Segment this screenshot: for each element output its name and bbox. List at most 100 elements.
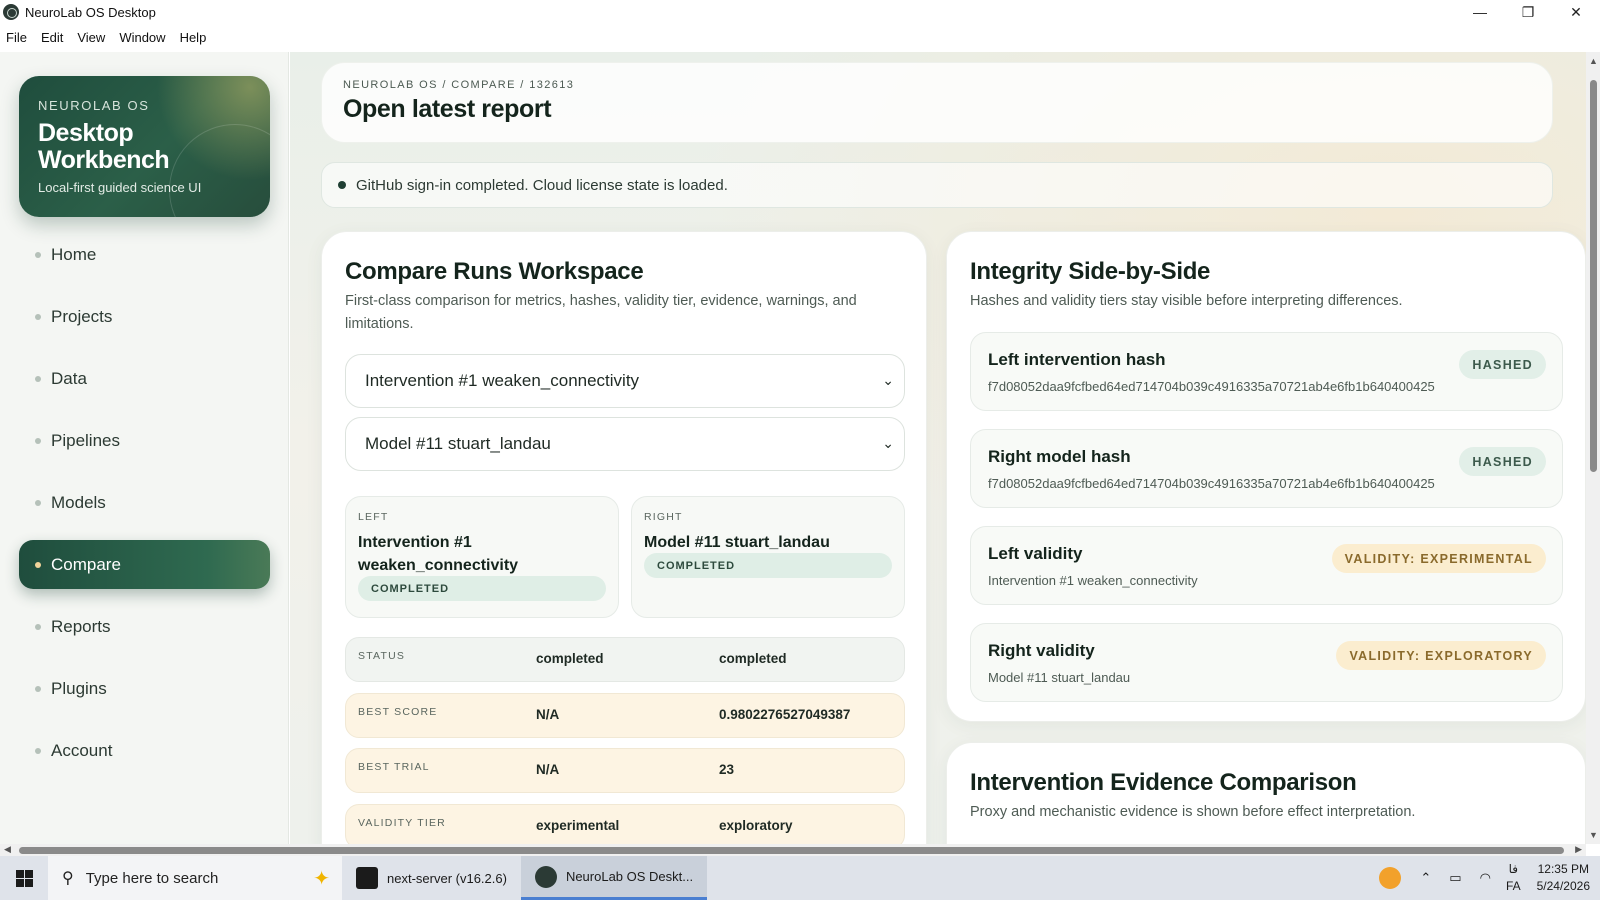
bullet-icon xyxy=(35,685,41,692)
right-run-select[interactable]: Model #11 stuart_landau ⌄ xyxy=(345,417,905,471)
language-bottom: FA xyxy=(1505,879,1521,893)
integrity-card-title: Left intervention hash xyxy=(988,350,1166,369)
taskbar-app-neurolab[interactable]: NeuroLab OS Deskt... xyxy=(520,856,708,900)
status-banner: GitHub sign-in completed. Cloud license … xyxy=(321,162,1553,208)
battery-icon[interactable]: ▭ xyxy=(1449,870,1461,886)
sidebar-item-reports[interactable]: Reports xyxy=(19,602,270,651)
hashed-badge: HASHED xyxy=(1459,350,1546,379)
maximize-button[interactable]: ❐ xyxy=(1504,0,1552,24)
status-message: GitHub sign-in completed. Cloud license … xyxy=(356,176,728,194)
taskbar-app-label: next-server (v16.2.6) xyxy=(387,870,507,886)
integrity-card-detail: Model #11 stuart_landau xyxy=(988,670,1131,685)
bullet-icon xyxy=(35,251,41,258)
taskbar-app-terminal[interactable]: next-server (v16.2.6) xyxy=(342,856,521,900)
vertical-scrollbar[interactable]: ▲ ▼ xyxy=(1586,52,1600,844)
breadcrumb: NEUROLAB OS / COMPARE / 132613 xyxy=(343,79,575,91)
wifi-icon[interactable]: ◠ xyxy=(1480,870,1491,886)
row-label: BEST SCORE xyxy=(358,706,438,718)
menu-help[interactable]: Help xyxy=(180,30,207,45)
page-title: Open latest report xyxy=(343,95,552,123)
taskbar: ⚲ Type here to search ✦ next-server (v16… xyxy=(0,856,1600,900)
chevron-up-icon[interactable]: ⌃ xyxy=(1420,870,1431,886)
validity-badge: VALIDITY: EXPLORATORY xyxy=(1336,641,1546,670)
sidebar-item-label: Reports xyxy=(51,616,111,636)
clock[interactable]: 12:35 PM 5/24/2026 xyxy=(1537,861,1590,895)
comparison-row-best-score: BEST SCORE N/A 0.9802276527049387 xyxy=(345,693,905,738)
sidebar-item-compare[interactable]: Compare xyxy=(19,540,270,589)
sidebar-item-label: Compare xyxy=(51,554,121,574)
row-right-value: exploratory xyxy=(719,818,793,833)
integrity-card-left-validity: Left validity Intervention #1 weaken_con… xyxy=(970,526,1563,605)
bullet-icon xyxy=(35,437,41,444)
sidebar-item-account[interactable]: Account xyxy=(19,726,270,775)
start-button[interactable] xyxy=(0,856,48,900)
bullet-icon xyxy=(35,561,41,568)
integrity-description: Hashes and validity tiers stay visible b… xyxy=(970,293,1403,309)
sidebar-item-data[interactable]: Data xyxy=(19,354,270,403)
row-left-value: experimental xyxy=(536,818,620,833)
terminal-icon xyxy=(356,867,378,889)
menu-edit[interactable]: Edit xyxy=(41,30,63,45)
system-tray: ⌃ ▭ ◠ فا FA 12:35 PM 5/24/2026 xyxy=(1369,856,1600,900)
horizontal-scrollbar[interactable]: ◀ ▶ xyxy=(0,844,1586,856)
scroll-right-icon[interactable]: ▶ xyxy=(1575,844,1582,855)
comparison-row-validity-tier: VALIDITY TIER experimental exploratory xyxy=(345,804,905,844)
vertical-scroll-thumb[interactable] xyxy=(1590,80,1597,472)
horizontal-scroll-thumb[interactable] xyxy=(19,847,1564,854)
sidebar-item-label: Account xyxy=(51,740,113,760)
brand-subtitle: Local-first guided science UI xyxy=(38,180,202,195)
bullet-icon xyxy=(35,623,41,630)
main-content: NEUROLAB OS / COMPARE / 132613 Open late… xyxy=(290,52,1586,844)
close-button[interactable]: ✕ xyxy=(1552,0,1600,24)
sidebar-item-models[interactable]: Models xyxy=(19,478,270,527)
row-left-value: completed xyxy=(536,651,604,666)
weather-icon[interactable] xyxy=(1379,867,1402,889)
window-controls: — ❐ ✕ xyxy=(1456,0,1600,24)
integrity-card-detail: Intervention #1 weaken_connectivity xyxy=(988,573,1198,588)
right-card-kicker: RIGHT xyxy=(644,511,683,523)
left-run-select[interactable]: Intervention #1 weaken_connectivity ⌄ xyxy=(345,354,905,408)
row-right-value: 23 xyxy=(719,762,735,777)
integrity-card-title: Left validity xyxy=(988,544,1083,563)
validity-badge: VALIDITY: EXPERIMENTAL xyxy=(1331,544,1546,573)
language-indicator[interactable]: فا FA xyxy=(1506,861,1521,895)
integrity-card-title: Right model hash xyxy=(988,447,1131,466)
right-run-select-value: Model #11 stuart_landau xyxy=(365,434,551,453)
integrity-card-right-validity: Right validity Model #11 stuart_landau V… xyxy=(970,623,1563,702)
menu-window[interactable]: Window xyxy=(119,30,165,45)
scroll-up-icon[interactable]: ▲ xyxy=(1589,56,1598,66)
scroll-down-icon[interactable]: ▼ xyxy=(1589,830,1598,840)
sidebar-item-home[interactable]: Home xyxy=(19,230,270,279)
right-run-card: RIGHT Model #11 stuart_landau COMPLETED xyxy=(631,496,905,618)
sidebar-item-label: Models xyxy=(51,492,106,512)
row-right-value: completed xyxy=(719,651,787,666)
row-left-value: N/A xyxy=(536,707,560,722)
left-card-name: Intervention #1 weaken_connectivity xyxy=(358,534,519,574)
windows-logo-icon xyxy=(15,869,33,887)
right-status-badge: COMPLETED xyxy=(644,553,892,578)
hashed-badge: HASHED xyxy=(1459,447,1546,476)
row-label: VALIDITY TIER xyxy=(358,817,446,829)
sidebar-item-pipelines[interactable]: Pipelines xyxy=(19,416,270,465)
sidebar-item-projects[interactable]: Projects xyxy=(19,292,270,341)
bullet-icon xyxy=(35,375,41,382)
taskbar-app-label: NeuroLab OS Deskt... xyxy=(565,869,694,884)
app-icon xyxy=(3,4,19,20)
evidence-panel: Intervention Evidence Comparison Proxy a… xyxy=(946,742,1586,844)
brand-title: Desktop Workbench xyxy=(38,119,170,174)
sidebar-item-plugins[interactable]: Plugins xyxy=(19,664,270,713)
minimize-button[interactable]: — xyxy=(1456,0,1504,24)
brand-kicker: NEUROLAB OS xyxy=(38,98,150,113)
search-icon: ⚲ xyxy=(62,870,74,887)
app-icon xyxy=(534,865,557,888)
compare-workspace-panel: Compare Runs Workspace First-class compa… xyxy=(321,231,927,844)
left-run-card: LEFT Intervention #1 weaken_connectivity… xyxy=(345,496,619,618)
scroll-left-icon[interactable]: ◀ xyxy=(4,844,11,855)
menu-file[interactable]: File xyxy=(6,30,27,45)
taskbar-search[interactable]: ⚲ Type here to search ✦ xyxy=(48,856,342,900)
menu-view[interactable]: View xyxy=(77,30,105,45)
integrity-panel: Integrity Side-by-Side Hashes and validi… xyxy=(946,231,1586,722)
integrity-card-detail: f7d08052daa9fcfbed64ed714704b039c4916335… xyxy=(988,379,1435,394)
row-left-value: N/A xyxy=(536,762,560,777)
sidebar-item-label: Plugins xyxy=(51,678,107,698)
